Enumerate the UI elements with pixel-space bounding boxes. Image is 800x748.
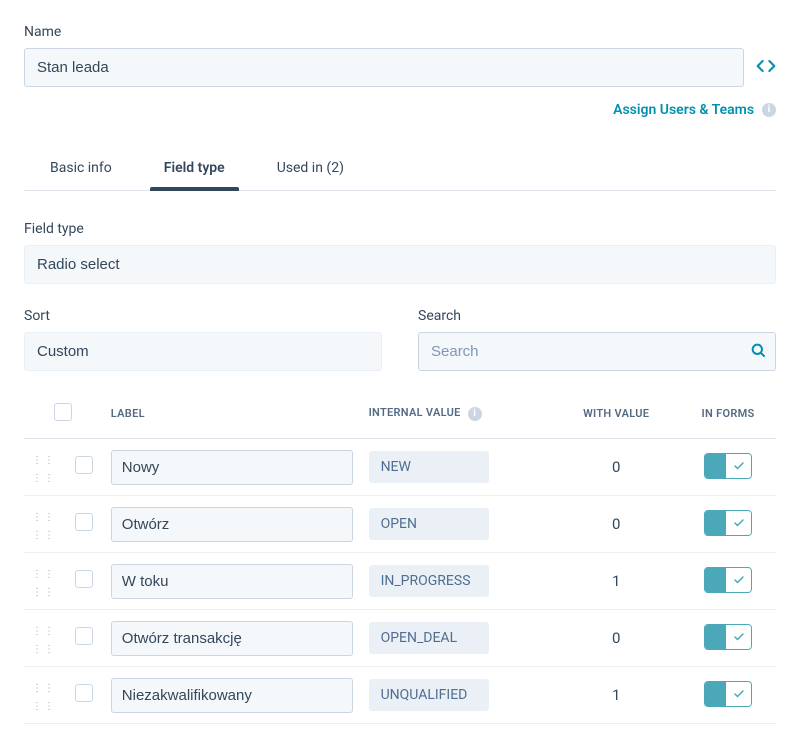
- tab-field-type[interactable]: Field type: [138, 146, 251, 190]
- in-forms-toggle[interactable]: [704, 681, 752, 707]
- search-label: Search: [418, 308, 776, 324]
- option-label-input[interactable]: [111, 678, 353, 713]
- drag-handle-icon[interactable]: ⋮⋮⋮⋮: [32, 626, 56, 655]
- table-row: ⋮⋮⋮⋮ OPEN_DEAL 0: [24, 610, 776, 667]
- info-icon[interactable]: i: [762, 103, 776, 117]
- name-input[interactable]: [24, 48, 744, 87]
- row-checkbox[interactable]: [75, 570, 93, 588]
- sort-label: Sort: [24, 308, 382, 324]
- row-checkbox[interactable]: [75, 513, 93, 531]
- field-type-label: Field type: [24, 221, 776, 237]
- th-internal: INTERNAL VALUE i: [361, 389, 553, 439]
- with-value-count: 0: [552, 496, 680, 553]
- row-checkbox[interactable]: [75, 684, 93, 702]
- table-row: ⋮⋮⋮⋮ IN_PROGRESS 1: [24, 553, 776, 610]
- assign-users-teams-link[interactable]: Assign Users & Teams: [613, 102, 754, 118]
- internal-value: IN_PROGRESS: [369, 565, 489, 597]
- internal-value: OPEN_DEAL: [369, 622, 489, 654]
- with-value-count: 1: [552, 667, 680, 724]
- info-icon[interactable]: i: [468, 407, 482, 421]
- tabs: Basic info Field type Used in (2): [24, 146, 776, 191]
- internal-value: OPEN: [369, 508, 489, 540]
- in-forms-toggle[interactable]: [704, 567, 752, 593]
- with-value-count: 0: [552, 610, 680, 667]
- select-all-checkbox[interactable]: [54, 403, 72, 421]
- drag-handle-icon[interactable]: ⋮⋮⋮⋮: [32, 455, 56, 484]
- table-row: ⋮⋮⋮⋮ NEW 0: [24, 439, 776, 496]
- drag-handle-icon[interactable]: ⋮⋮⋮⋮: [32, 512, 56, 541]
- with-value-count: 1: [552, 553, 680, 610]
- drag-handle-icon[interactable]: ⋮⋮⋮⋮: [32, 569, 56, 598]
- option-label-input[interactable]: [111, 564, 353, 599]
- th-label: LABEL: [103, 389, 361, 439]
- row-checkbox[interactable]: [75, 456, 93, 474]
- option-label-input[interactable]: [111, 621, 353, 656]
- internal-value: NEW: [369, 451, 489, 483]
- in-forms-toggle[interactable]: [704, 624, 752, 650]
- options-table: LABEL INTERNAL VALUE i WITH VALUE IN FOR…: [24, 389, 776, 724]
- code-icon[interactable]: [756, 56, 776, 80]
- field-type-input[interactable]: [24, 245, 776, 284]
- row-checkbox[interactable]: [75, 627, 93, 645]
- search-input[interactable]: [418, 332, 776, 371]
- in-forms-toggle[interactable]: [704, 453, 752, 479]
- internal-value: UNQUALIFIED: [369, 679, 489, 711]
- table-row: ⋮⋮⋮⋮ UNQUALIFIED 1: [24, 667, 776, 724]
- th-with-value: WITH VALUE: [552, 389, 680, 439]
- name-label: Name: [24, 24, 776, 40]
- with-value-count: 0: [552, 439, 680, 496]
- th-in-forms: IN FORMS: [680, 389, 776, 439]
- table-row: ⋮⋮⋮⋮ OPEN 0: [24, 496, 776, 553]
- search-icon[interactable]: [750, 342, 766, 362]
- option-label-input[interactable]: [111, 450, 353, 485]
- option-label-input[interactable]: [111, 507, 353, 542]
- tab-used-in[interactable]: Used in (2): [251, 146, 370, 190]
- drag-handle-icon[interactable]: ⋮⋮⋮⋮: [32, 683, 56, 712]
- tab-basic-info[interactable]: Basic info: [24, 146, 138, 190]
- in-forms-toggle[interactable]: [704, 510, 752, 536]
- sort-input[interactable]: [24, 332, 382, 371]
